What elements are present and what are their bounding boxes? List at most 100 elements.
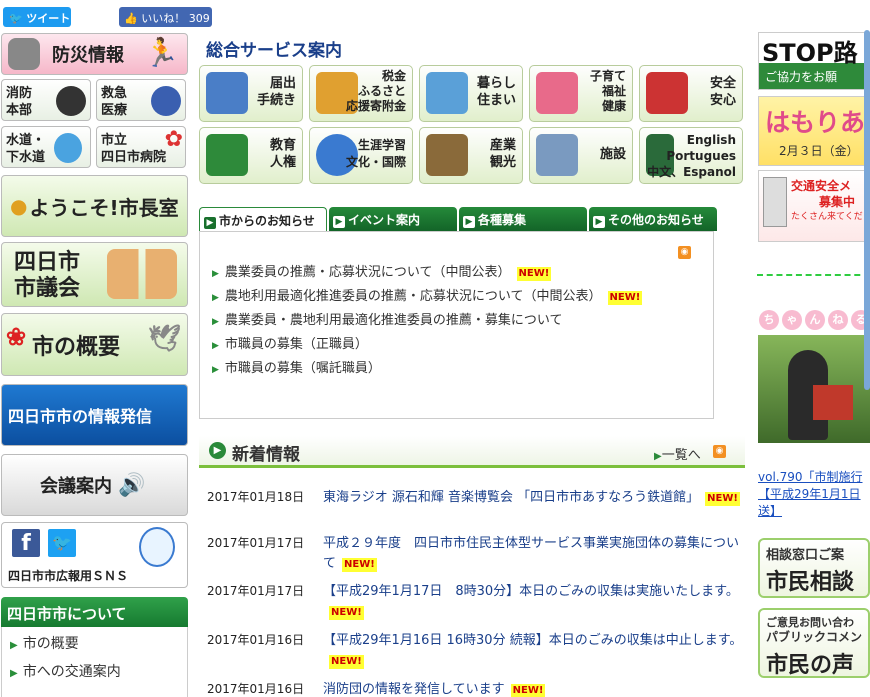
triangle-icon: ▶	[212, 341, 219, 351]
stop-subtitle: ご協力をお願	[759, 63, 869, 89]
channel-char: ゃ	[782, 310, 802, 330]
news-link[interactable]: 平成２９年度 四日市市住民主体型サービス事業実施団体の募集について	[323, 536, 739, 571]
news-more-link[interactable]: ▶一覧へ	[654, 444, 701, 463]
opinion-banner[interactable]: ご意見お問い合わ パブリックコメン 市民の声	[758, 608, 870, 678]
tab-label: 各種募集	[478, 213, 527, 227]
triangle-icon: ▶	[212, 269, 219, 279]
service-facilities[interactable]: 施設	[529, 127, 633, 184]
city-overview-banner[interactable]: ❀ 市の概要 🕊	[1, 313, 188, 376]
sns-label: 四日市市広報用ＳＮＳ	[8, 569, 129, 583]
triangle-icon: ▶	[10, 640, 18, 651]
news-link[interactable]: 東海ラジオ 源石和輝 音楽博覧会 「四日市市あすなろう鉄道館」	[323, 490, 699, 505]
notice-panel: ◉ ▶ 農業委員の推薦・応募状況について（中間公表） NEW! ▶ 農地利用最適化推進…	[199, 231, 714, 419]
consultation-banner[interactable]: 相談窓口ご案 市民相談	[758, 538, 870, 598]
mayor-office-banner[interactable]: ● ようこそ!市長室	[1, 175, 188, 237]
rss-icon[interactable]: ◉	[713, 445, 726, 458]
divider	[757, 274, 870, 276]
video-thumbnail[interactable]	[758, 335, 870, 443]
tab-recruitment[interactable]: ▶ 各種募集	[459, 207, 587, 231]
news-date: 2017年01月16日	[207, 682, 305, 696]
about-link-label: 市への交通案内	[22, 664, 121, 680]
service-living[interactable]: 暮らし 住まい	[419, 65, 523, 122]
triangle-icon: ▶	[212, 365, 219, 375]
tweet-button[interactable]: 🐦 ツイート	[3, 7, 71, 27]
video-line: 【平成29年1月1日	[758, 487, 861, 501]
service-lifelong-learning[interactable]: 生涯学習 文化・国際	[309, 127, 413, 184]
emergency-medical-button[interactable]: 救急 医療	[96, 79, 186, 121]
mayor-office-label: ようこそ!市長室	[29, 195, 179, 220]
stop-banner[interactable]: STOP路 ご協力をお願	[758, 32, 870, 90]
meeting-info-label: 会議案内	[40, 476, 112, 497]
channel-char: ね	[828, 310, 848, 330]
notice-item[interactable]: ▶ 市職員の募集（嘱託職員）	[212, 357, 642, 381]
disaster-info-banner[interactable]: 防災情報 🏃	[1, 33, 188, 75]
city-hospital-button[interactable]: 市立 四日市病院 ✿	[96, 126, 186, 168]
facebook-icon[interactable]: f	[12, 529, 40, 557]
chevron-right-icon: ▶	[593, 216, 605, 228]
consult-big: 市民相談	[766, 569, 855, 595]
service-industry[interactable]: 産業 観光	[419, 127, 523, 184]
news-date: 2017年01月18日	[207, 490, 305, 504]
new-badge: NEW!	[329, 655, 364, 669]
notice-list: ▶ 農業委員の推薦・応募状況について（中間公表） NEW! ▶ 農地利用最適化推進委員…	[212, 261, 643, 381]
water-sewer-button[interactable]: 水道・ 下水道	[1, 126, 91, 168]
about-link-overview[interactable]: ▶ 市の概要	[2, 627, 187, 655]
firefighter-icon	[56, 86, 86, 116]
services-title: 総合サービス案内	[206, 41, 342, 61]
council-line1: 四日市	[14, 248, 81, 275]
info-broadcast-banner[interactable]: 四日市市の情報発信	[1, 384, 188, 446]
traffic-safety-banner[interactable]: 交通安全メ 募集中 たくさん来てくだ	[758, 170, 870, 242]
hamoria-banner[interactable]: はもりあフ 2月３日（金）	[758, 96, 870, 166]
triangle-icon: ▶	[10, 668, 18, 679]
notice-item[interactable]: ▶ 農地利用最適化推進委員の推薦・応募状況について（中間公表） NEW!	[212, 285, 643, 309]
tab-other-notices[interactable]: ▶ その他のお知らせ	[589, 207, 717, 231]
twitter-icon[interactable]: 🐦	[48, 529, 76, 557]
running-person-icon: 🏃	[144, 36, 179, 69]
service-education[interactable]: 教育 人権	[199, 127, 303, 184]
ambulance-icon	[646, 72, 688, 114]
news-link[interactable]: 消防団の情報を発信しています	[323, 682, 505, 697]
service-label: 産業 観光	[489, 138, 516, 170]
news-title: 新着情報	[232, 445, 300, 465]
news-link[interactable]: 【平成29年1月16日 16時30分 続報】本日のごみの収集は中止します。	[323, 633, 742, 648]
meeting-info-banner[interactable]: 会議案内 🔊	[1, 454, 188, 516]
tab-city-notices[interactable]: ▶ 市からのお知らせ	[199, 207, 327, 231]
service-safety[interactable]: 安全 安心	[639, 65, 743, 122]
council-line2: 市議会	[14, 274, 81, 301]
about-city-header: 四日市市について	[1, 597, 188, 627]
news-header: ▶ 新着情報 ▶一覧へ ◉	[199, 436, 745, 468]
fire-department-label: 消防 本部	[6, 86, 33, 118]
video-line: vol.790「市制施行	[758, 470, 863, 484]
about-link-access[interactable]: ▶ 市への交通案内	[2, 655, 187, 683]
news-link[interactable]: 【平成29年1月17日 8時30分】本日のごみの収集は実施いたします。	[323, 584, 739, 599]
news-date: 2017年01月17日	[207, 584, 305, 598]
flower-icon: ✿	[164, 127, 183, 152]
notice-text: 農業委員・農地利用最適化推進委員の推薦・募集について	[224, 313, 563, 328]
service-languages[interactable]: English Portugues 中文、Espanol	[639, 127, 743, 184]
like-label: いいね！	[141, 12, 186, 25]
service-todokede[interactable]: 届出 手続き	[199, 65, 303, 122]
channel-logo[interactable]: ちゃんねるよ	[759, 292, 870, 332]
arrow-icon: ●	[10, 194, 28, 218]
thumbs-up-icon: 👍	[124, 12, 138, 25]
sns-icons: f 🐦	[12, 529, 76, 557]
service-tax[interactable]: 税金 ふるさと 応援寄附金	[309, 65, 413, 122]
chevron-right-icon: ▶	[209, 442, 226, 459]
facebook-like-button[interactable]: 👍 いいね！ 309	[119, 7, 212, 27]
notice-item[interactable]: ▶ 農業委員の推薦・応募状況について（中間公表） NEW!	[212, 261, 642, 285]
city-council-banner[interactable]: 四日市 市議会	[1, 242, 188, 307]
hamoria-title: はもりあフ	[765, 108, 869, 137]
fire-department-button[interactable]: 消防 本部	[1, 79, 91, 121]
notice-item[interactable]: ▶ 市職員の募集（正職員）	[212, 333, 642, 357]
service-label: 安全 安心	[709, 76, 736, 108]
service-welfare[interactable]: 子育て 福祉 健康	[529, 65, 633, 122]
rss-icon[interactable]: ◉	[678, 246, 691, 259]
tab-events[interactable]: ▶ イベント案内	[329, 207, 457, 231]
teacher-blackboard-icon	[206, 134, 248, 176]
scrollbar[interactable]	[864, 30, 870, 390]
notice-item[interactable]: ▶ 農業委員・農地利用最適化推進委員の推薦・募集について	[212, 309, 642, 333]
document-pen-icon	[206, 72, 248, 114]
about-city-links: ▶ 市の概要 ▶ 市への交通案内	[1, 627, 188, 697]
video-link[interactable]: vol.790「市制施行 【平成29年1月1日 送】	[758, 469, 870, 520]
sns-banner[interactable]: f 🐦 四日市市広報用ＳＮＳ	[1, 522, 188, 588]
